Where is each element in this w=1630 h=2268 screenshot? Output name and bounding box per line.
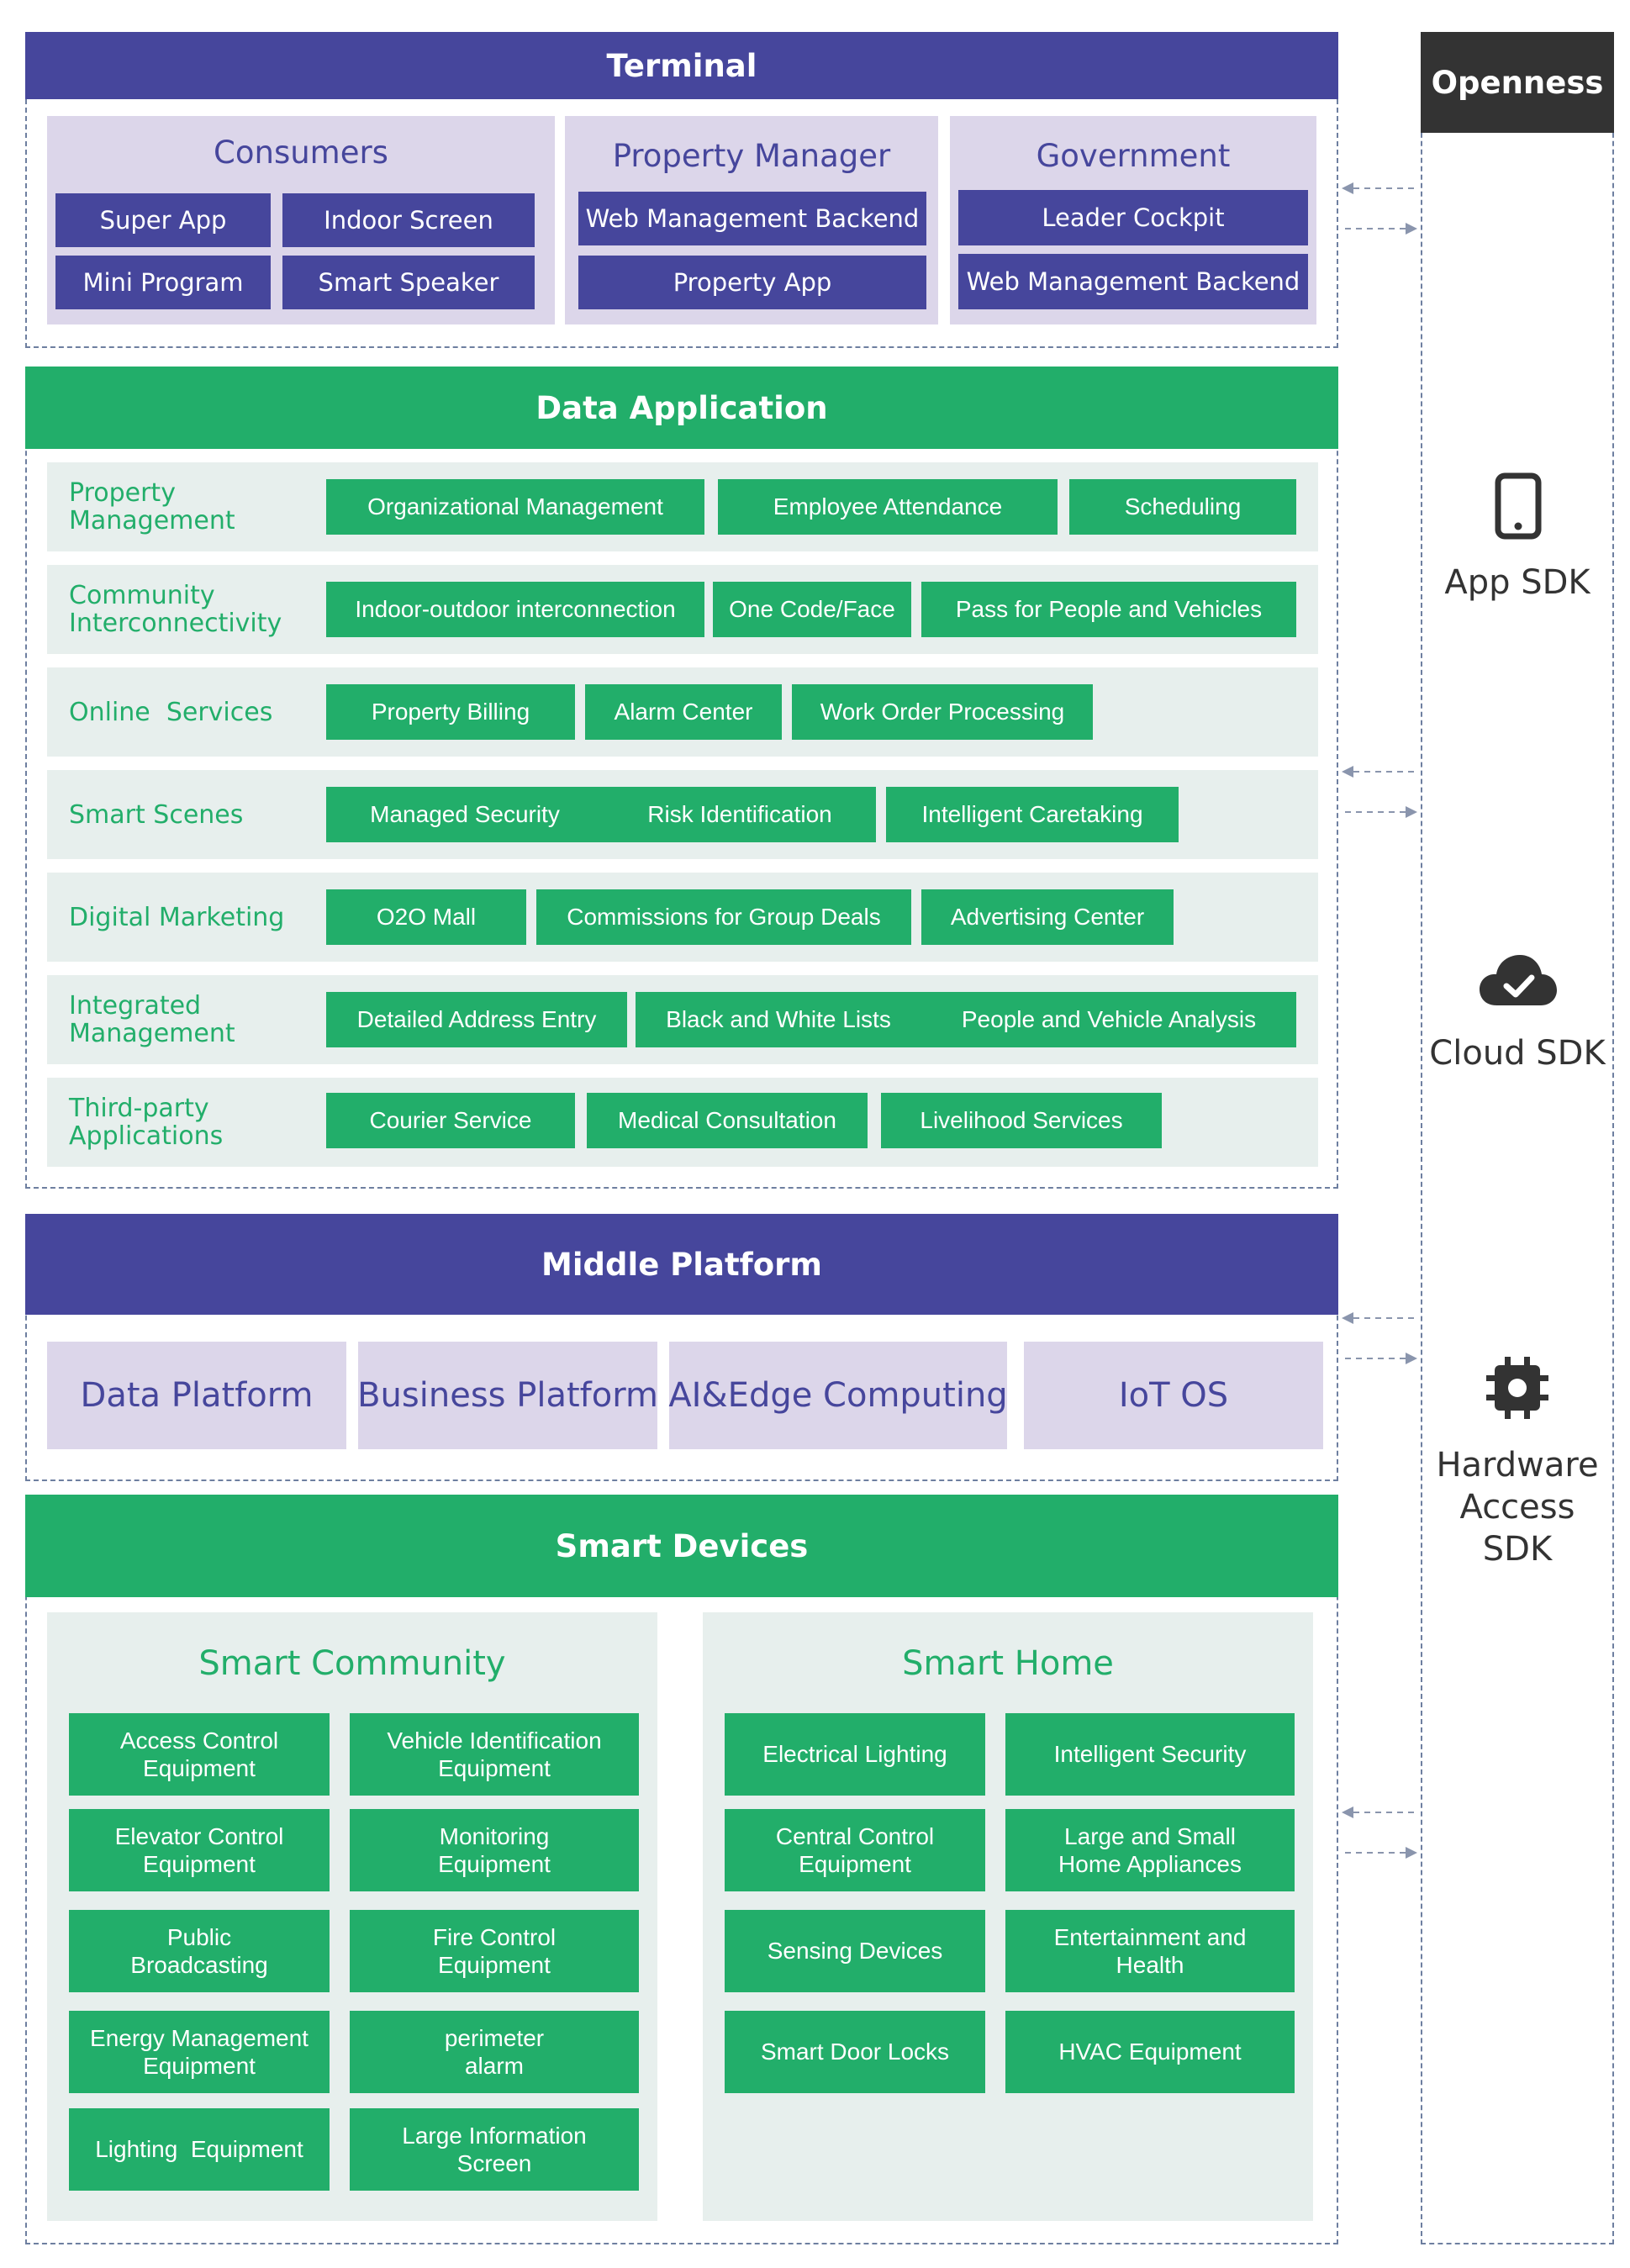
connector-smart-devices: [1342, 1806, 1417, 1859]
arrow-right-head: [1406, 223, 1417, 235]
connector-layer: [1342, 182, 1417, 1859]
arrow-left-head: [1342, 1806, 1353, 1818]
arrow-right-head: [1406, 806, 1417, 818]
arrow-left-head: [1342, 766, 1353, 778]
connector-data-application: [1342, 766, 1417, 818]
connector-middle-platform: [1342, 1312, 1417, 1364]
connector-terminal: [1342, 182, 1417, 235]
architecture-diagram: Terminal Consumers Super App Indoor Scre…: [0, 0, 1630, 2268]
arrow-right-head: [1406, 1353, 1417, 1364]
arrow-left-head: [1342, 182, 1353, 194]
arrow-left-head: [1342, 1312, 1353, 1324]
arrow-right-head: [1406, 1847, 1417, 1859]
